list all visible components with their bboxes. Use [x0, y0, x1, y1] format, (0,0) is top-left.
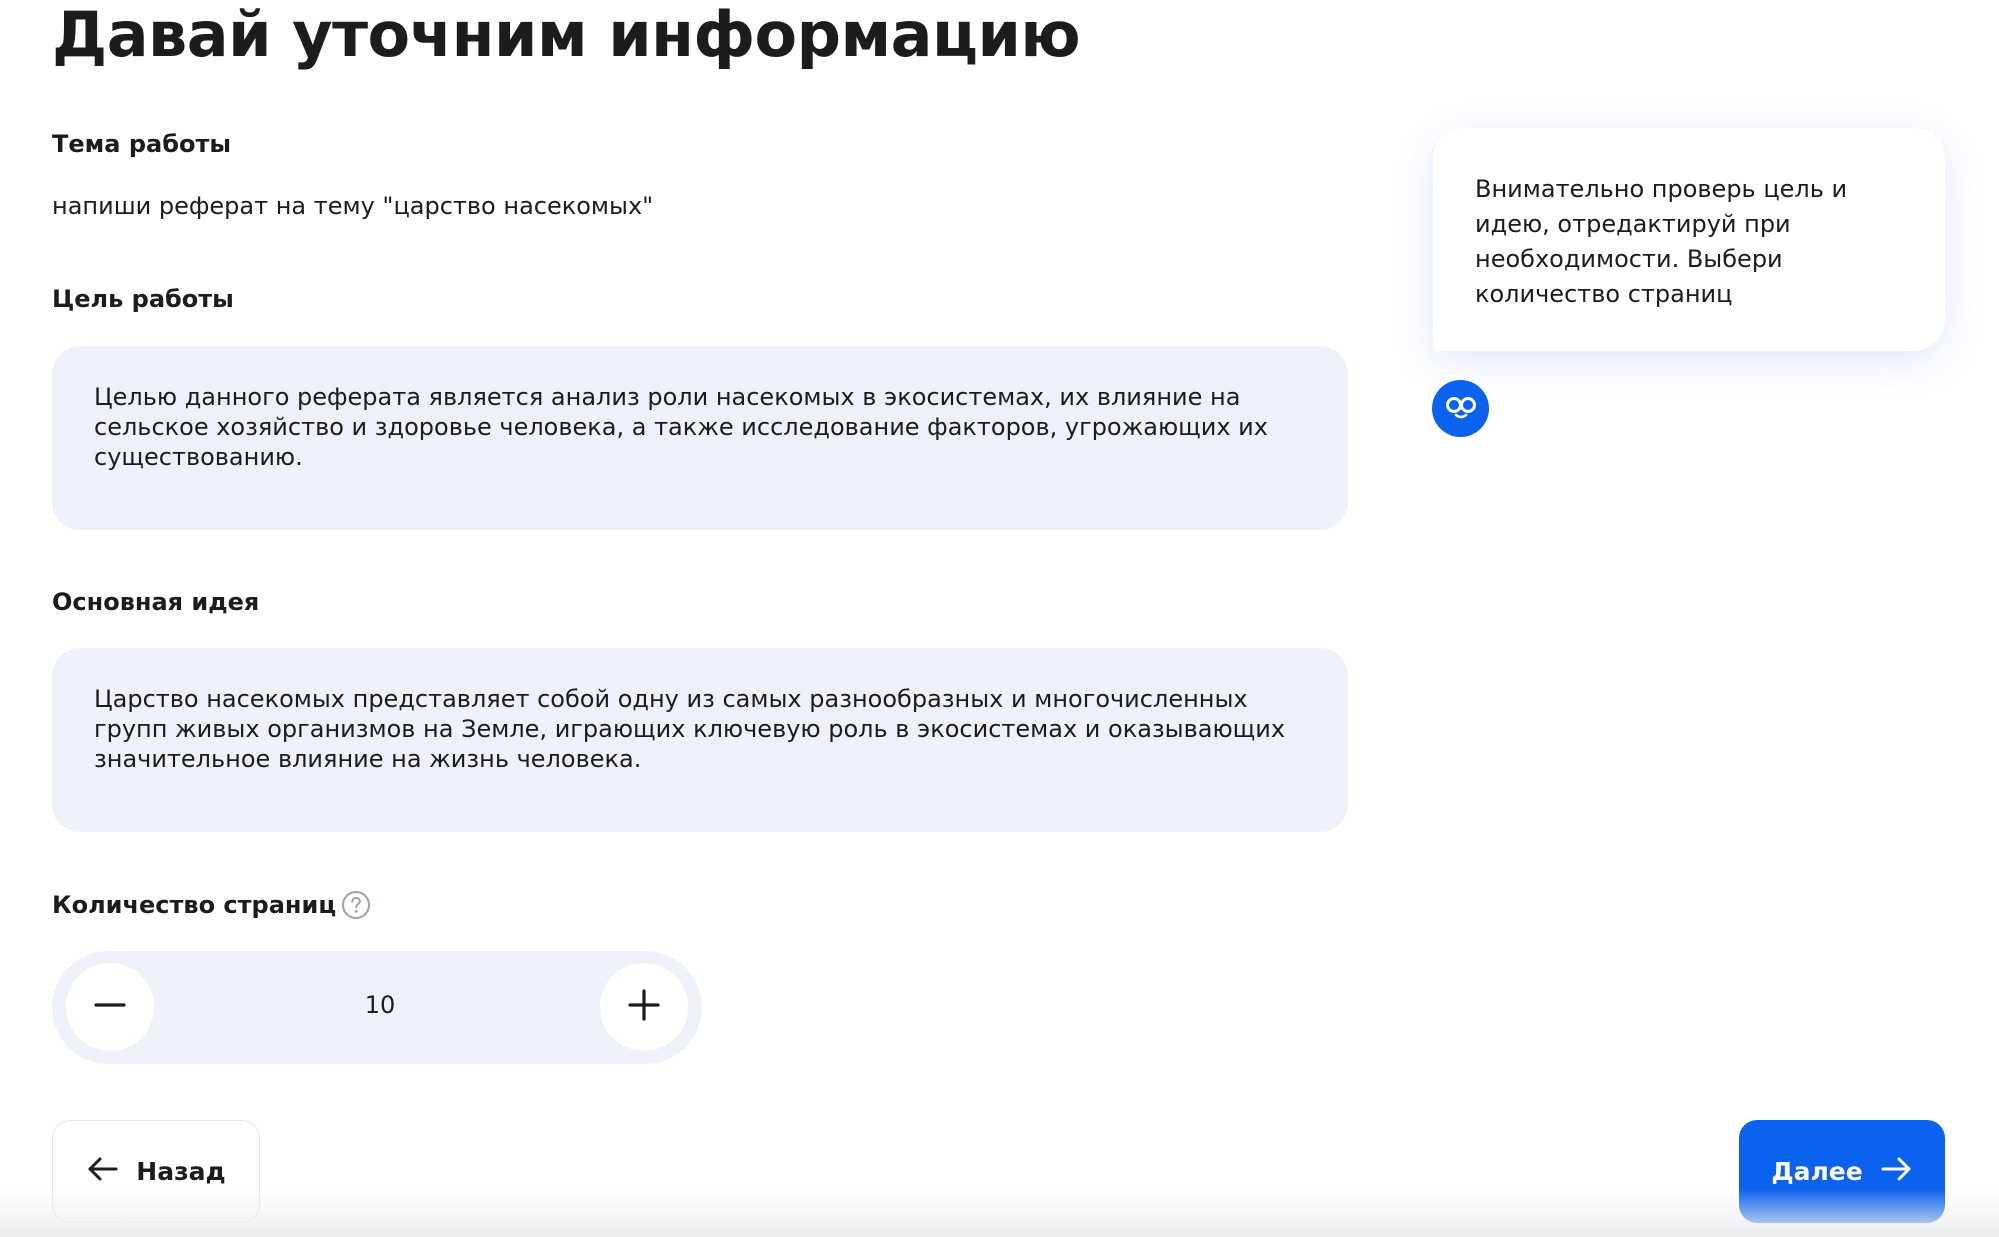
topic-label: Тема работы — [52, 130, 232, 158]
arrow-right-icon — [1881, 1156, 1913, 1188]
pages-value: 10 — [364, 991, 396, 1019]
plus-icon — [627, 988, 661, 1026]
page-title: Давай уточним информацию — [52, 0, 1081, 71]
increment-button[interactable] — [600, 963, 688, 1051]
pages-stepper: 10 — [52, 951, 702, 1064]
question-circle-icon[interactable] — [341, 890, 371, 920]
back-button[interactable]: Назад — [52, 1120, 260, 1223]
back-button-label: Назад — [136, 1157, 226, 1186]
topic-value: напиши реферат на тему "царство насекомы… — [52, 192, 654, 220]
decrement-button[interactable] — [66, 963, 154, 1051]
arrow-left-icon — [86, 1156, 118, 1188]
main-idea-textarea[interactable]: Царство насекомых представляет собой одн… — [52, 648, 1348, 832]
hint-text: Внимательно проверь цель и идею, отредак… — [1475, 175, 1848, 308]
goal-textarea[interactable]: Целью данного реферата является анализ р… — [52, 346, 1348, 530]
assistant-avatar — [1432, 380, 1489, 437]
next-button-label: Далее — [1771, 1157, 1863, 1186]
main-idea-label: Основная идея — [52, 588, 260, 616]
pages-label: Количество страниц — [52, 891, 337, 919]
assistant-logo-icon — [1442, 392, 1480, 426]
goal-label: Цель работы — [52, 285, 234, 313]
next-button[interactable]: Далее — [1739, 1120, 1945, 1223]
hint-bubble: Внимательно проверь цель и идею, отредак… — [1433, 128, 1945, 351]
bottom-fade — [0, 1189, 1999, 1237]
minus-icon — [93, 988, 127, 1026]
